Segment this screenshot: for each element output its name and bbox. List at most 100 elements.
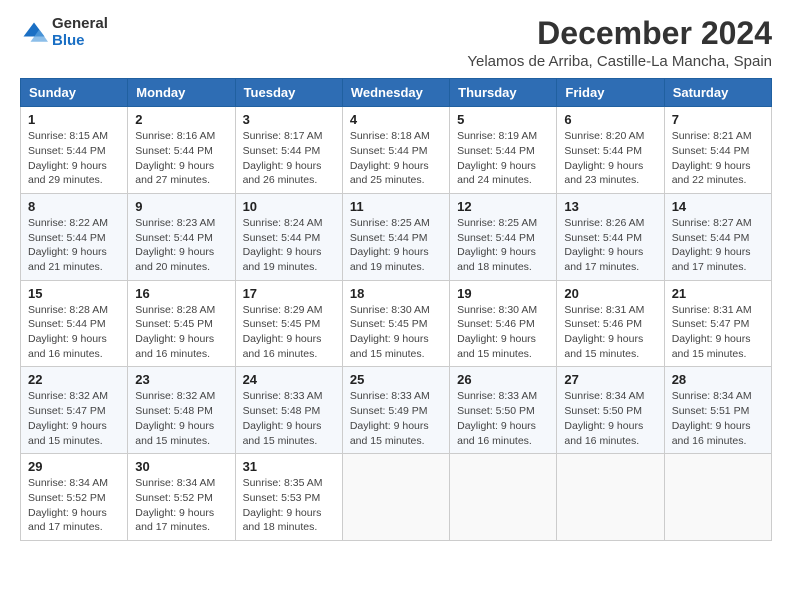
day-info: Sunrise: 8:33 AMSunset: 5:49 PMDaylight:… bbox=[350, 390, 430, 446]
calendar-cell: 25 Sunrise: 8:33 AMSunset: 5:49 PMDayligh… bbox=[342, 367, 449, 454]
weekday-header: Wednesday bbox=[342, 79, 449, 107]
calendar-cell: 11 Sunrise: 8:25 AMSunset: 5:44 PMDayligh… bbox=[342, 193, 449, 280]
day-number: 27 bbox=[564, 372, 656, 387]
day-number: 13 bbox=[564, 199, 656, 214]
day-info: Sunrise: 8:31 AMSunset: 5:47 PMDaylight:… bbox=[672, 304, 752, 360]
calendar-cell: 10 Sunrise: 8:24 AMSunset: 5:44 PMDayligh… bbox=[235, 193, 342, 280]
title-block: December 2024 Yelamos de Arriba, Castill… bbox=[467, 16, 772, 70]
day-info: Sunrise: 8:20 AMSunset: 5:44 PMDaylight:… bbox=[564, 130, 644, 186]
day-info: Sunrise: 8:30 AMSunset: 5:45 PMDaylight:… bbox=[350, 304, 430, 360]
calendar-cell: 15Sunrise: 8:28 AMSunset: 5:44 PMDayligh… bbox=[21, 280, 128, 367]
calendar-cell: 31 Sunrise: 8:35 AMSunset: 5:53 PMDayligh… bbox=[235, 454, 342, 541]
day-number: 17 bbox=[243, 286, 335, 301]
calendar-cell: 8 Sunrise: 8:22 AMSunset: 5:44 PMDaylight… bbox=[21, 193, 128, 280]
day-info: Sunrise: 8:31 AMSunset: 5:46 PMDaylight:… bbox=[564, 304, 644, 360]
day-number: 8 bbox=[28, 199, 120, 214]
calendar-cell: 3 Sunrise: 8:17 AMSunset: 5:44 PMDaylight… bbox=[235, 107, 342, 194]
day-info: Sunrise: 8:28 AMSunset: 5:45 PMDaylight:… bbox=[135, 304, 215, 360]
day-info: Sunrise: 8:15 AMSunset: 5:44 PMDaylight:… bbox=[28, 130, 108, 186]
day-info: Sunrise: 8:33 AMSunset: 5:50 PMDaylight:… bbox=[457, 390, 537, 446]
day-info: Sunrise: 8:32 AMSunset: 5:48 PMDaylight:… bbox=[135, 390, 215, 446]
day-number: 2 bbox=[135, 112, 227, 127]
day-number: 7 bbox=[672, 112, 764, 127]
calendar-cell: 27 Sunrise: 8:34 AMSunset: 5:50 PMDayligh… bbox=[557, 367, 664, 454]
calendar-cell: 30 Sunrise: 8:34 AMSunset: 5:52 PMDayligh… bbox=[128, 454, 235, 541]
day-number: 31 bbox=[243, 459, 335, 474]
calendar-cell: 19Sunrise: 8:30 AMSunset: 5:46 PMDayligh… bbox=[450, 280, 557, 367]
calendar-cell: 24Sunrise: 8:33 AMSunset: 5:48 PMDayligh… bbox=[235, 367, 342, 454]
day-number: 3 bbox=[243, 112, 335, 127]
day-number: 20 bbox=[564, 286, 656, 301]
day-info: Sunrise: 8:33 AMSunset: 5:48 PMDaylight:… bbox=[243, 390, 323, 446]
weekday-header-row: SundayMondayTuesdayWednesdayThursdayFrid… bbox=[21, 79, 772, 107]
day-info: Sunrise: 8:25 AMSunset: 5:44 PMDaylight:… bbox=[350, 217, 430, 273]
calendar-cell: 7 Sunrise: 8:21 AMSunset: 5:44 PMDaylight… bbox=[664, 107, 771, 194]
day-number: 22 bbox=[28, 372, 120, 387]
day-number: 16 bbox=[135, 286, 227, 301]
day-info: Sunrise: 8:25 AMSunset: 5:44 PMDaylight:… bbox=[457, 217, 537, 273]
day-number: 18 bbox=[350, 286, 442, 301]
calendar-cell: 2Sunrise: 8:16 AMSunset: 5:44 PMDaylight… bbox=[128, 107, 235, 194]
day-info: Sunrise: 8:26 AMSunset: 5:44 PMDaylight:… bbox=[564, 217, 644, 273]
day-number: 9 bbox=[135, 199, 227, 214]
calendar-cell: 14 Sunrise: 8:27 AMSunset: 5:44 PMDayligh… bbox=[664, 193, 771, 280]
calendar-cell: 29Sunrise: 8:34 AMSunset: 5:52 PMDayligh… bbox=[21, 454, 128, 541]
weekday-header: Monday bbox=[128, 79, 235, 107]
day-info: Sunrise: 8:34 AMSunset: 5:52 PMDaylight:… bbox=[28, 477, 108, 533]
calendar-cell: 20 Sunrise: 8:31 AMSunset: 5:46 PMDayligh… bbox=[557, 280, 664, 367]
day-number: 1 bbox=[28, 112, 120, 127]
calendar-cell bbox=[664, 454, 771, 541]
calendar-cell: 17Sunrise: 8:29 AMSunset: 5:45 PMDayligh… bbox=[235, 280, 342, 367]
calendar-cell: 23Sunrise: 8:32 AMSunset: 5:48 PMDayligh… bbox=[128, 367, 235, 454]
calendar-cell: 6 Sunrise: 8:20 AMSunset: 5:44 PMDaylight… bbox=[557, 107, 664, 194]
calendar-cell: 22 Sunrise: 8:32 AMSunset: 5:47 PMDayligh… bbox=[21, 367, 128, 454]
calendar-week-row: 15Sunrise: 8:28 AMSunset: 5:44 PMDayligh… bbox=[21, 280, 772, 367]
day-info: Sunrise: 8:22 AMSunset: 5:44 PMDaylight:… bbox=[28, 217, 108, 273]
day-number: 15 bbox=[28, 286, 120, 301]
day-info: Sunrise: 8:23 AMSunset: 5:44 PMDaylight:… bbox=[135, 217, 215, 273]
day-info: Sunrise: 8:34 AMSunset: 5:50 PMDaylight:… bbox=[564, 390, 644, 446]
header: General Blue December 2024 Yelamos de Ar… bbox=[20, 16, 772, 70]
day-info: Sunrise: 8:17 AMSunset: 5:44 PMDaylight:… bbox=[243, 130, 323, 186]
logo: General Blue bbox=[20, 16, 108, 49]
calendar-cell: 1 Sunrise: 8:15 AMSunset: 5:44 PMDaylight… bbox=[21, 107, 128, 194]
day-info: Sunrise: 8:30 AMSunset: 5:46 PMDaylight:… bbox=[457, 304, 537, 360]
weekday-header: Saturday bbox=[664, 79, 771, 107]
calendar-cell: 13 Sunrise: 8:26 AMSunset: 5:44 PMDayligh… bbox=[557, 193, 664, 280]
day-info: Sunrise: 8:24 AMSunset: 5:44 PMDaylight:… bbox=[243, 217, 323, 273]
calendar-cell: 4 Sunrise: 8:18 AMSunset: 5:44 PMDaylight… bbox=[342, 107, 449, 194]
day-number: 6 bbox=[564, 112, 656, 127]
day-number: 11 bbox=[350, 199, 442, 214]
calendar-week-row: 1 Sunrise: 8:15 AMSunset: 5:44 PMDaylight… bbox=[21, 107, 772, 194]
day-info: Sunrise: 8:19 AMSunset: 5:44 PMDaylight:… bbox=[457, 130, 537, 186]
weekday-header: Friday bbox=[557, 79, 664, 107]
day-number: 26 bbox=[457, 372, 549, 387]
calendar-cell: 21 Sunrise: 8:31 AMSunset: 5:47 PMDayligh… bbox=[664, 280, 771, 367]
calendar-table: SundayMondayTuesdayWednesdayThursdayFrid… bbox=[20, 78, 772, 541]
logo-icon bbox=[20, 19, 48, 47]
day-number: 30 bbox=[135, 459, 227, 474]
day-number: 14 bbox=[672, 199, 764, 214]
calendar-cell: 18 Sunrise: 8:30 AMSunset: 5:45 PMDayligh… bbox=[342, 280, 449, 367]
calendar-week-row: 29Sunrise: 8:34 AMSunset: 5:52 PMDayligh… bbox=[21, 454, 772, 541]
day-info: Sunrise: 8:35 AMSunset: 5:53 PMDaylight:… bbox=[243, 477, 323, 533]
day-number: 4 bbox=[350, 112, 442, 127]
calendar-cell: 5Sunrise: 8:19 AMSunset: 5:44 PMDaylight… bbox=[450, 107, 557, 194]
day-number: 21 bbox=[672, 286, 764, 301]
day-number: 10 bbox=[243, 199, 335, 214]
calendar-cell bbox=[557, 454, 664, 541]
logo-text-line2: Blue bbox=[52, 33, 108, 50]
day-info: Sunrise: 8:34 AMSunset: 5:52 PMDaylight:… bbox=[135, 477, 215, 533]
day-info: Sunrise: 8:32 AMSunset: 5:47 PMDaylight:… bbox=[28, 390, 108, 446]
day-info: Sunrise: 8:34 AMSunset: 5:51 PMDaylight:… bbox=[672, 390, 752, 446]
day-info: Sunrise: 8:18 AMSunset: 5:44 PMDaylight:… bbox=[350, 130, 430, 186]
day-number: 28 bbox=[672, 372, 764, 387]
day-number: 12 bbox=[457, 199, 549, 214]
month-title: December 2024 bbox=[467, 16, 772, 51]
day-number: 25 bbox=[350, 372, 442, 387]
calendar-cell: 9 Sunrise: 8:23 AMSunset: 5:44 PMDaylight… bbox=[128, 193, 235, 280]
calendar-cell bbox=[342, 454, 449, 541]
day-info: Sunrise: 8:27 AMSunset: 5:44 PMDaylight:… bbox=[672, 217, 752, 273]
day-info: Sunrise: 8:21 AMSunset: 5:44 PMDaylight:… bbox=[672, 130, 752, 186]
calendar-cell: 26 Sunrise: 8:33 AMSunset: 5:50 PMDayligh… bbox=[450, 367, 557, 454]
